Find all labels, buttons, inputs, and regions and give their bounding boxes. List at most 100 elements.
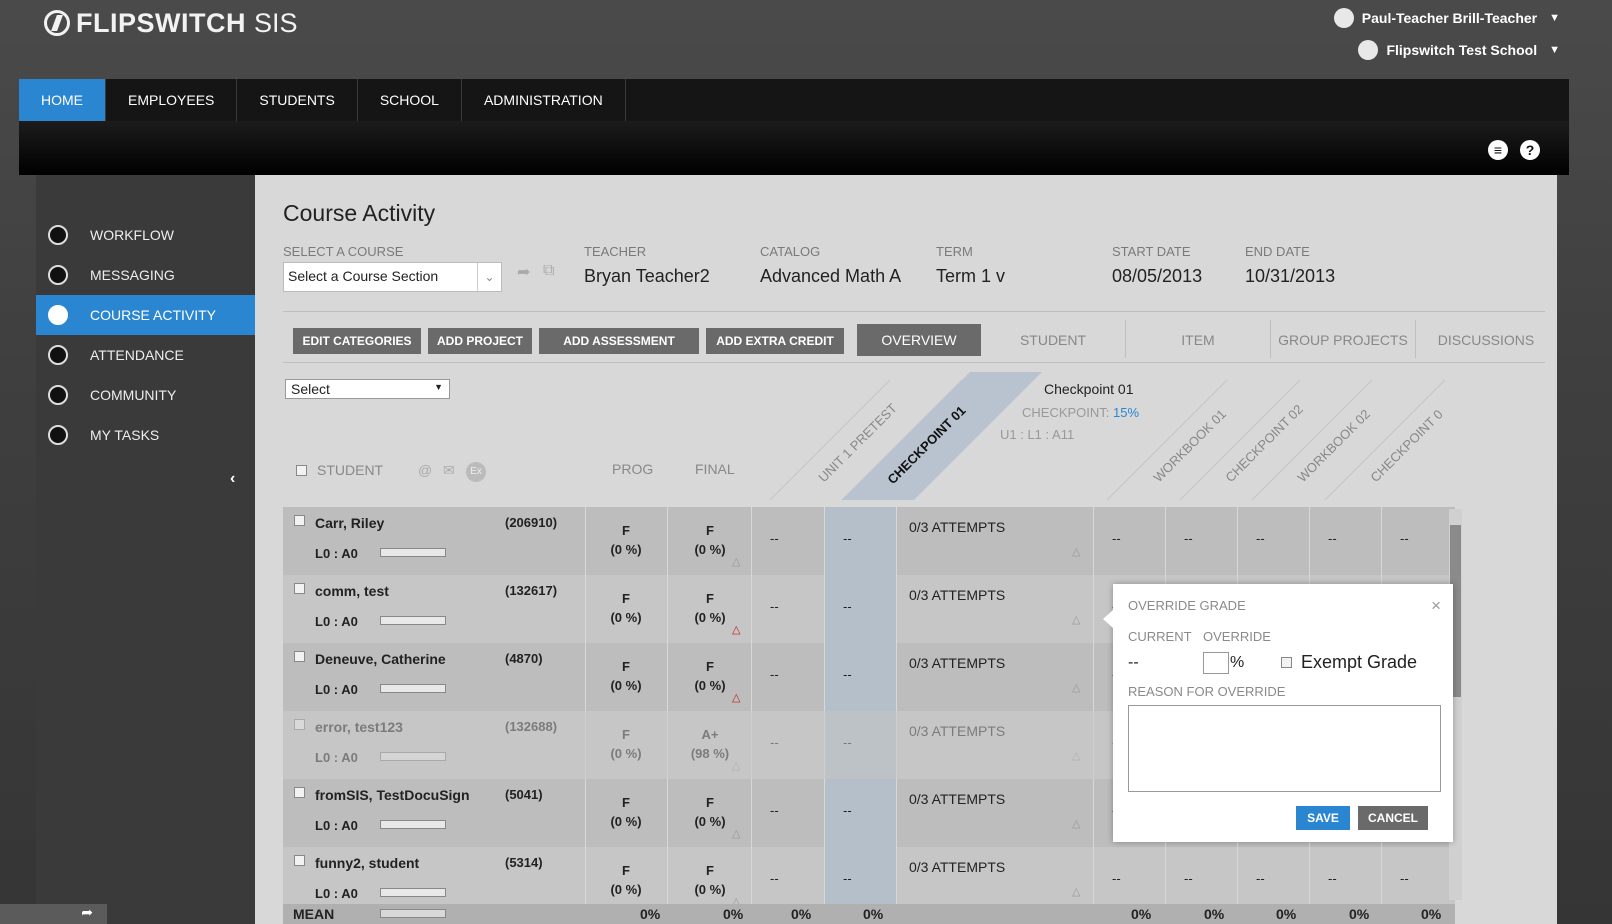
nav-students[interactable]: STUDENTS <box>237 79 358 121</box>
at-icon[interactable]: @ <box>418 462 432 478</box>
checkpoint-01-cell[interactable]: -- <box>824 643 896 711</box>
assignment-cell[interactable]: -- <box>1165 507 1237 575</box>
checkpoint-01-cell[interactable]: -- <box>824 779 896 847</box>
add-project-button[interactable]: ADD PROJECT <box>428 328 532 354</box>
term-value[interactable]: Term 1 v <box>936 266 1005 287</box>
row-checkbox[interactable] <box>294 719 305 730</box>
row-checkbox[interactable] <box>294 651 305 662</box>
unit-1-pretest-cell[interactable]: -- <box>751 643 824 711</box>
main-nav: HOME EMPLOYEES STUDENTS SCHOOL ADMINISTR… <box>19 79 1569 121</box>
student-name[interactable]: fromSIS, TestDocuSign <box>315 787 470 803</box>
select-all-checkbox[interactable] <box>296 465 307 476</box>
prog-cell[interactable]: F (0 %) <box>585 711 667 779</box>
final-cell[interactable]: F (0 %) △ <box>667 575 751 643</box>
nav-employees[interactable]: EMPLOYEES <box>106 79 238 121</box>
unit-1-pretest-cell[interactable]: -- <box>751 711 824 779</box>
col-student[interactable]: STUDENT <box>317 462 383 478</box>
row-checkbox[interactable] <box>294 855 305 866</box>
assignment-cell[interactable]: -- <box>1237 507 1309 575</box>
nav-home[interactable]: HOME <box>19 79 106 121</box>
share-icon[interactable]: ➦ <box>517 262 530 282</box>
attendance-icon <box>48 345 68 365</box>
checkpoint-01-cell[interactable]: -- <box>824 507 896 575</box>
tab-group-projects[interactable]: GROUP PROJECTS <box>1271 324 1415 356</box>
sidebar-item-my-tasks[interactable]: MY TASKS <box>36 415 255 455</box>
filter-select[interactable]: Select ▼ <box>285 379 450 399</box>
row-checkbox[interactable] <box>294 515 305 526</box>
course-select[interactable]: Select a Course Section ⌄ <box>283 262 502 292</box>
student-level: L0 : A0 <box>315 818 358 833</box>
mean-label: MEAN <box>293 906 335 922</box>
sidebar-item-messaging[interactable]: MESSAGING <box>36 255 255 295</box>
collapse-icon[interactable]: ‹ <box>230 470 235 488</box>
checkpoint-01-cell[interactable]: -- <box>824 711 896 779</box>
col-final[interactable]: FINAL <box>695 461 735 477</box>
cancel-button[interactable]: CANCEL <box>1358 806 1428 830</box>
prog-cell[interactable]: F (0 %) <box>585 507 667 575</box>
edit-categories-button[interactable]: EDIT CATEGORIES <box>293 328 421 354</box>
student-id: (132688) <box>505 719 558 734</box>
save-button[interactable]: SAVE <box>1296 806 1350 830</box>
reason-textarea[interactable] <box>1128 705 1441 792</box>
final-cell[interactable]: A+ (98 %) △ <box>667 711 751 779</box>
tab-student[interactable]: STUDENT <box>981 324 1125 356</box>
tab-discussions[interactable]: DISCUSSIONS <box>1416 324 1556 356</box>
empty-value: -- <box>1256 531 1265 546</box>
sidebar-item-community[interactable]: COMMUNITY <box>36 375 255 415</box>
add-extra-credit-button[interactable]: ADD EXTRA CREDIT <box>706 328 844 354</box>
student-name[interactable]: Carr, Riley <box>315 515 384 531</box>
col-prog[interactable]: PROG <box>612 461 653 477</box>
nav-administration[interactable]: ADMINISTRATION <box>462 79 626 121</box>
student-name[interactable]: Deneuve, Catherine <box>315 651 446 667</box>
sidebar-item-attendance[interactable]: ATTENDANCE <box>36 335 255 375</box>
attempts-cell[interactable]: 0/3 ATTEMPTS △ <box>896 711 1093 779</box>
exempt-icon[interactable]: Ex <box>466 462 486 482</box>
final-cell[interactable]: F (0 %) △ <box>667 643 751 711</box>
attempts-cell[interactable]: 0/3 ATTEMPTS △ <box>896 507 1093 575</box>
external-link-icon[interactable]: ⧉ <box>543 262 554 280</box>
envelope-icon[interactable]: ✉ <box>443 462 455 479</box>
end-date-label: END DATE <box>1245 244 1310 259</box>
app-name: FLIPSWITCH <box>76 7 246 38</box>
add-assessment-button[interactable]: ADD ASSESSMENT <box>539 328 699 354</box>
row-checkbox[interactable] <box>294 787 305 798</box>
chat-icon[interactable]: ≡ <box>1488 140 1508 160</box>
attempts-cell[interactable]: 0/3 ATTEMPTS △ <box>896 575 1093 643</box>
prog-cell[interactable]: F (0 %) <box>585 779 667 847</box>
assignment-cell[interactable]: -- <box>1309 507 1381 575</box>
unit-1-pretest-cell[interactable]: -- <box>751 575 824 643</box>
attempts-cell[interactable]: 0/3 ATTEMPTS △ <box>896 779 1093 847</box>
exempt-grade-checkbox[interactable] <box>1281 657 1292 668</box>
prog-cell[interactable]: F (0 %) <box>585 575 667 643</box>
sidebar-item-workflow[interactable]: WORKFLOW <box>36 215 255 255</box>
table-row[interactable]: Carr, Riley (206910) L0 : A0 F (0 %) F (0 %) △ -… <box>283 507 1455 575</box>
student-name[interactable]: comm, test <box>315 583 389 599</box>
help-icon[interactable]: ? <box>1520 140 1540 160</box>
final-cell[interactable]: F (0 %) △ <box>667 507 751 575</box>
user-icon <box>1333 8 1354 28</box>
close-icon[interactable]: × <box>1431 596 1441 616</box>
unit-1-pretest-cell[interactable]: -- <box>751 779 824 847</box>
tab-overview[interactable]: OVERVIEW <box>857 324 981 356</box>
row-checkbox[interactable] <box>294 583 305 594</box>
school-menu[interactable]: Flipswitch Test School ▼ <box>1358 40 1560 60</box>
prog-cell[interactable]: F (0 %) <box>585 643 667 711</box>
final-pct: (98 %) <box>690 746 730 761</box>
checkpoint-01-cell[interactable]: -- <box>824 575 896 643</box>
share-icon[interactable]: ➦ <box>0 904 107 924</box>
student-name[interactable]: error, test123 <box>315 719 403 735</box>
tab-item[interactable]: ITEM <box>1126 324 1270 356</box>
sidebar-item-course-activity[interactable]: COURSE ACTIVITY <box>36 295 265 335</box>
assignment-cell[interactable]: -- <box>1093 507 1165 575</box>
warning-icon: △ <box>732 692 741 704</box>
chevron-down-icon: ▼ <box>1549 44 1560 56</box>
override-grade-input[interactable] <box>1203 652 1229 674</box>
final-cell[interactable]: F (0 %) △ <box>667 779 751 847</box>
attempts-cell[interactable]: 0/3 ATTEMPTS △ <box>896 643 1093 711</box>
app-logo[interactable]: FLIPSWITCH SIS <box>44 6 298 40</box>
student-name[interactable]: funny2, student <box>315 855 419 871</box>
nav-school[interactable]: SCHOOL <box>358 79 462 121</box>
assignment-cell[interactable]: -- <box>1381 507 1453 575</box>
user-menu[interactable]: Paul-Teacher Brill-Teacher ▼ <box>1333 8 1560 28</box>
unit-1-pretest-cell[interactable]: -- <box>751 507 824 575</box>
